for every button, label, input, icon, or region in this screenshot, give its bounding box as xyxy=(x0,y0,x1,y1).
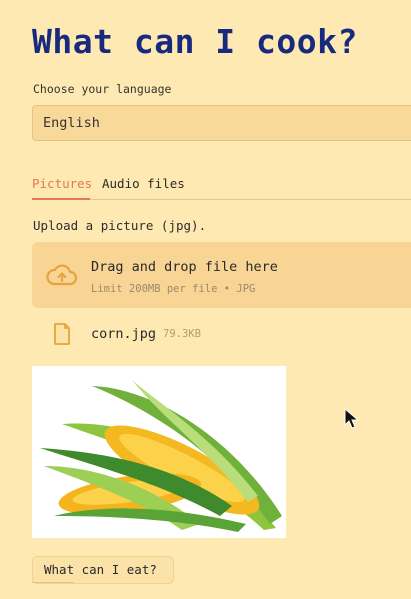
dropzone-text: Drag and drop file here xyxy=(91,259,278,275)
cloud-upload-icon xyxy=(46,264,78,286)
uploaded-file: corn.jpg 79.3KB xyxy=(50,322,370,348)
file-dropzone[interactable]: Drag and drop file here Limit 200MB per … xyxy=(32,242,411,308)
tab-audio-files[interactable]: Audio files xyxy=(102,176,185,191)
what-can-i-eat-label: What can I eat? xyxy=(44,562,157,577)
file-icon xyxy=(54,323,70,345)
language-select[interactable]: English xyxy=(32,105,411,141)
active-tab-indicator xyxy=(32,198,90,200)
mouse-cursor-icon xyxy=(344,408,360,429)
language-label: Choose your language xyxy=(33,82,172,96)
file-size: 79.3KB xyxy=(163,328,201,340)
tab-bar: Pictures Audio files xyxy=(32,172,411,202)
corn-image xyxy=(32,366,286,538)
divider xyxy=(32,582,74,583)
page-title: What can I cook? xyxy=(32,22,358,61)
file-name: corn.jpg xyxy=(91,326,157,342)
language-select-value: English xyxy=(43,115,100,131)
tab-pictures[interactable]: Pictures xyxy=(32,176,92,191)
what-can-i-eat-button[interactable]: What can I eat? xyxy=(32,556,174,584)
dropzone-hint: Limit 200MB per file • JPG xyxy=(91,283,256,295)
upload-label: Upload a picture (jpg). xyxy=(33,218,207,233)
